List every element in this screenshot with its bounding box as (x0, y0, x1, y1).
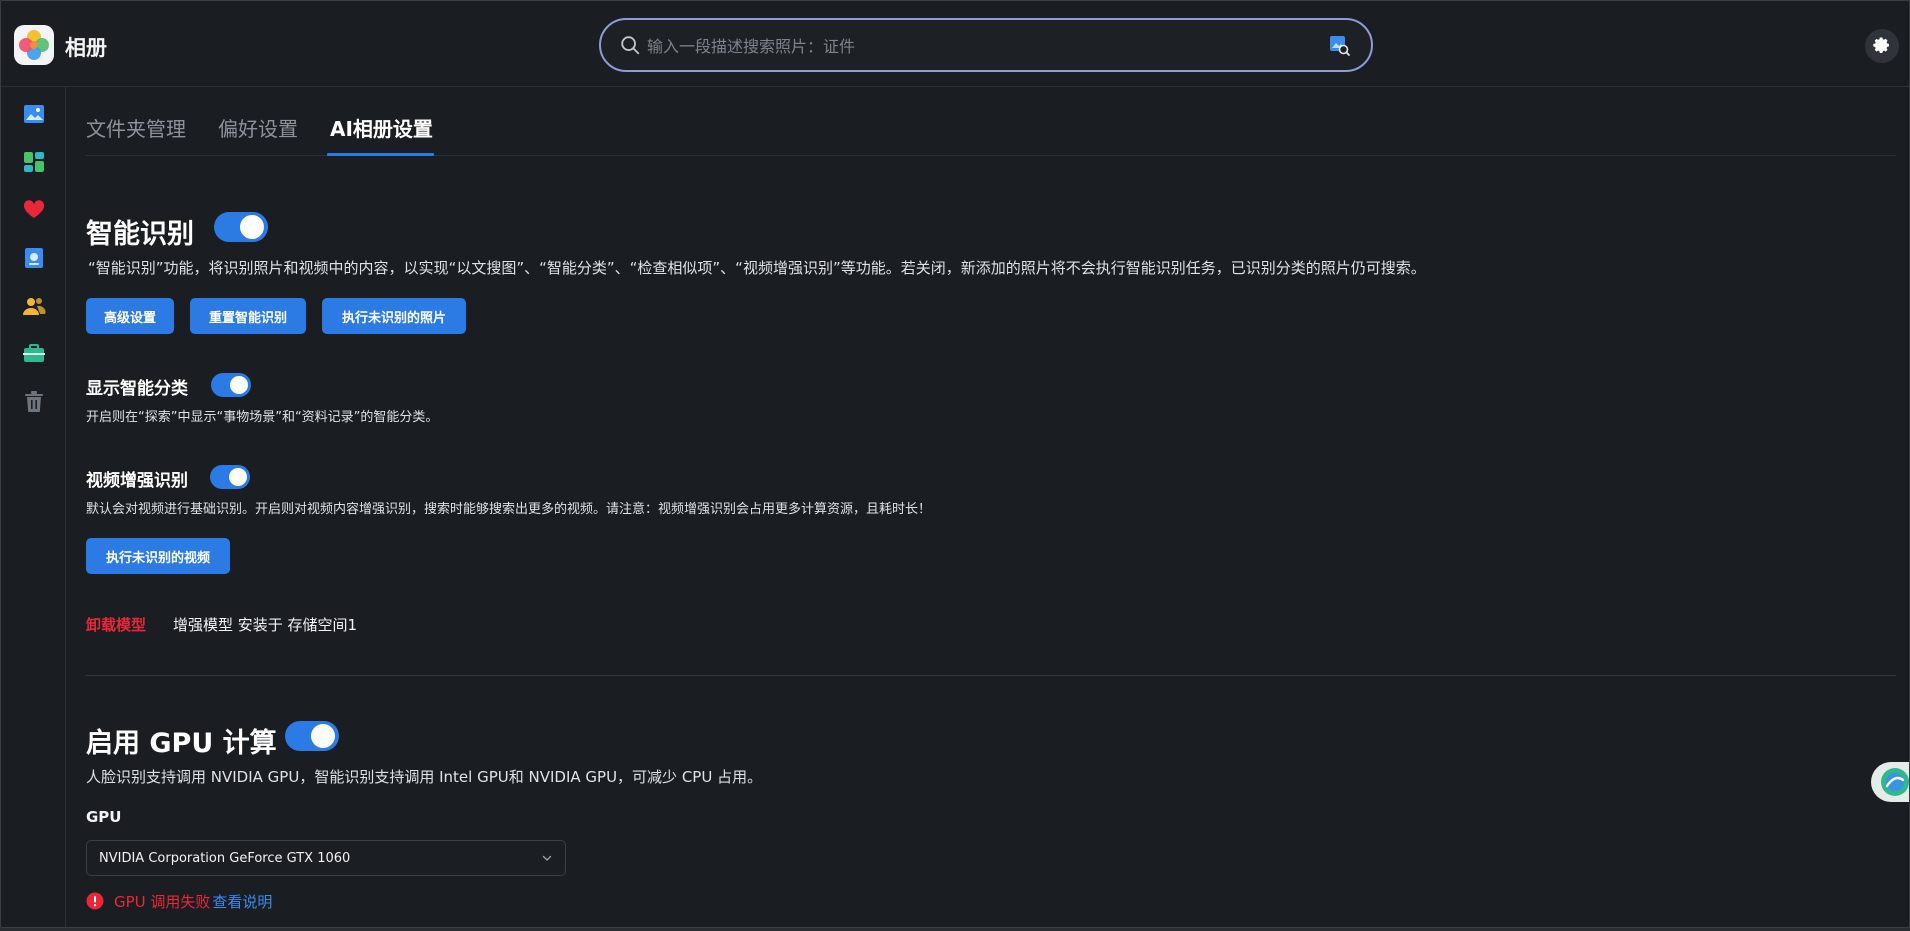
main-content: 文件夹管理 偏好设置 AI相册设置 智能识别 “智能识别”功能，将识别照片和视频… (86, 87, 1896, 927)
sidebar-item-trash[interactable] (21, 389, 47, 415)
gpu-field-label: GPU (86, 808, 122, 826)
smart-recognition-toggle[interactable] (214, 212, 268, 242)
assistant-icon (1881, 768, 1909, 796)
run-unrecognized-photos-button[interactable]: 执行未识别的照片 (322, 298, 466, 334)
settings-button[interactable] (1865, 29, 1899, 63)
search-input[interactable] (647, 32, 1287, 60)
active-tab-indicator (327, 153, 434, 156)
chevron-down-icon (542, 855, 552, 861)
tab-ai-album-settings[interactable]: AI相册设置 (330, 113, 433, 142)
app-window: 相册 输入一段描述搜索照片：证件 文件夹管理 偏好设置 AI相册设置 智能识别 … (0, 0, 1910, 928)
view-help-link[interactable]: 查看说明 (212, 891, 272, 912)
search-bar[interactable] (599, 18, 1373, 72)
reset-smart-recognition-button[interactable]: 重置智能识别 (190, 298, 306, 334)
show-smart-category-toggle[interactable] (211, 373, 251, 397)
sidebar (1, 87, 66, 927)
search-icon (621, 36, 640, 55)
gpu-error-text: GPU 调用失败 (114, 892, 211, 911)
smart-recognition-title: 智能识别 (86, 219, 194, 250)
tab-folder-management[interactable]: 文件夹管理 (86, 113, 186, 142)
toggle-knob (230, 376, 248, 394)
travel-icon (23, 344, 45, 362)
sidebar-item-shared[interactable] (21, 245, 47, 271)
photos-icon (24, 105, 44, 123)
gpu-compute-description: 人脸识别支持调用 NVIDIA GPU，智能识别支持调用 Intel GPU和 … (86, 768, 763, 786)
uninstall-model-link[interactable]: 卸载模型 (86, 614, 146, 635)
error-icon (86, 892, 104, 910)
tab-preferences[interactable]: 偏好设置 (218, 113, 298, 142)
section-divider (86, 675, 1896, 676)
smart-recognition-description: “智能识别”功能，将识别照片和视频中的内容，以实现“以文搜图”、“智能分类”、“… (88, 259, 1426, 277)
sidebar-item-people[interactable] (21, 293, 47, 319)
toggle-knob (311, 724, 335, 748)
app-title: 相册 (65, 36, 107, 60)
app-logo-icon (14, 25, 54, 65)
show-smart-category-title: 显示智能分类 (86, 379, 188, 399)
top-bar: 相册 (1, 1, 1909, 87)
trash-icon (25, 391, 43, 412)
gpu-compute-toggle[interactable] (285, 721, 339, 751)
gear-icon (1873, 37, 1889, 54)
sidebar-item-favorites[interactable] (21, 197, 47, 223)
sidebar-item-photos[interactable] (21, 101, 47, 127)
shared-album-icon (25, 248, 43, 268)
video-enhanced-title: 视频增强识别 (86, 471, 188, 491)
advanced-settings-button[interactable]: 高级设置 (86, 298, 174, 334)
video-enhanced-description: 默认会对视频进行基础识别。开启则对视频内容增强识别，搜索时能够搜索出更多的视频。… (86, 502, 932, 517)
sidebar-item-albums[interactable] (21, 149, 47, 175)
toggle-knob (229, 468, 247, 486)
model-install-info: 增强模型 安装于 存储空间1 (173, 616, 358, 634)
show-smart-category-description: 开启则在“探索”中显示“事物场景”和“资料记录”的智能分类。 (86, 410, 439, 425)
video-enhanced-toggle[interactable] (210, 465, 250, 489)
gpu-compute-title: 启用 GPU 计算 (86, 728, 277, 759)
favorites-icon (23, 200, 45, 218)
people-icon (23, 298, 46, 315)
albums-icon (24, 152, 44, 172)
gpu-select-value: NVIDIA Corporation GeForce GTX 1060 (99, 851, 351, 866)
settings-tabs: 文件夹管理 偏好设置 AI相册设置 (86, 87, 1896, 156)
floating-assistant-button[interactable] (1871, 762, 1909, 802)
gpu-error-row: GPU 调用失败 查看说明 (86, 890, 272, 912)
image-search-icon[interactable] (1327, 33, 1351, 57)
run-unrecognized-videos-button[interactable]: 执行未识别的视频 (86, 538, 230, 574)
sidebar-item-travel[interactable] (21, 341, 47, 367)
gpu-select[interactable]: NVIDIA Corporation GeForce GTX 1060 (86, 840, 566, 876)
toggle-knob (240, 215, 264, 239)
